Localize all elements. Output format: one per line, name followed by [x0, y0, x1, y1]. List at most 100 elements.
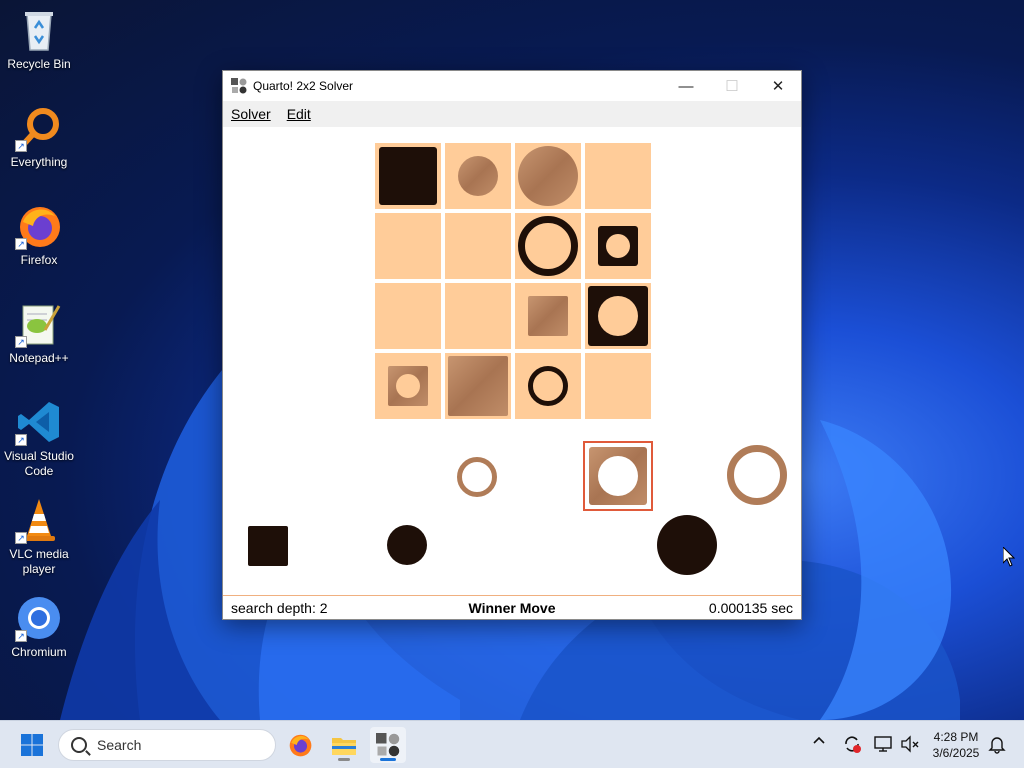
available-piece-dark-circle-large[interactable]	[657, 515, 717, 575]
network-button[interactable]	[873, 734, 893, 757]
maximize-button[interactable]: ☐	[709, 71, 755, 101]
desktop-icon-label: Firefox	[20, 253, 58, 267]
board-cell[interactable]	[515, 353, 581, 419]
window-title: Quarto! 2x2 Solver	[253, 79, 354, 93]
board-cell[interactable]	[515, 283, 581, 349]
piece-light-circle-large	[518, 146, 578, 206]
recycle-bin-icon	[15, 6, 63, 54]
piece-light-square-large	[448, 356, 508, 416]
running-indicator	[380, 758, 396, 761]
shortcut-arrow-icon: ↗	[15, 336, 27, 348]
desktop-icon-label: Visual Studio Code	[4, 449, 74, 478]
running-indicator	[338, 758, 350, 761]
search-icon	[71, 737, 87, 753]
desktop-icon-label: Recycle Bin	[7, 57, 71, 71]
board-cell[interactable]	[585, 353, 651, 419]
search-input[interactable]	[97, 737, 257, 753]
show-hidden-icons-button[interactable]	[812, 734, 826, 751]
board-cell[interactable]	[375, 283, 441, 349]
sync-alert-icon	[845, 736, 861, 753]
bell-icon	[988, 737, 1006, 754]
board-cell[interactable]	[375, 213, 441, 279]
piece-light-square-small	[528, 296, 568, 336]
start-button[interactable]	[14, 727, 50, 763]
menu-solver-label: Solver	[231, 106, 271, 122]
board-cell[interactable]	[585, 143, 651, 209]
board-cell[interactable]	[445, 353, 511, 419]
menu-solver[interactable]: Solver	[231, 106, 279, 122]
board-cell[interactable]	[375, 353, 441, 419]
desktop-icon-recycle-bin[interactable]: Recycle Bin	[2, 6, 76, 92]
title-bar[interactable]: Quarto! 2x2 Solver — ☐ ✕	[223, 71, 801, 101]
board-cell[interactable]	[375, 143, 441, 209]
board-cell[interactable]	[515, 213, 581, 279]
menu-edit[interactable]: Edit	[287, 106, 319, 122]
clock-time: 4:28 PM	[933, 730, 979, 744]
desktop-icon-vscode[interactable]: ↗ Visual Studio Code	[2, 398, 76, 484]
firefox-icon: ↗	[15, 202, 63, 250]
elapsed-time-status: 0.000135 sec	[708, 600, 793, 616]
taskbar-file-explorer[interactable]	[326, 727, 362, 763]
piece-dark-circle-large-hollow	[518, 216, 578, 276]
notifications-button[interactable]	[988, 734, 1006, 757]
board-cell[interactable]	[445, 213, 511, 279]
clock-date: 3/6/2025	[932, 746, 980, 760]
chromium-icon: ↗	[15, 594, 63, 642]
piece-light-square-small-hollow	[388, 366, 428, 406]
speaker-muted-icon	[901, 735, 919, 753]
quarto-solver-icon	[376, 733, 400, 757]
taskbar-quarto-solver[interactable]	[370, 727, 406, 763]
firefox-icon	[289, 734, 312, 757]
shortcut-arrow-icon: ↗	[15, 238, 27, 250]
selected-piece-frame[interactable]	[583, 441, 653, 511]
network-icon	[874, 736, 892, 752]
desktop-icon-vlc[interactable]: ↗ VLC media player	[2, 496, 76, 582]
shortcut-arrow-icon: ↗	[15, 532, 27, 544]
board-cell[interactable]	[585, 213, 651, 279]
quarto-app-icon	[231, 78, 247, 94]
available-piece-light-circle-small-hollow[interactable]	[457, 457, 497, 497]
menu-edit-label: Edit	[286, 106, 311, 122]
taskbar: 4:28 PM 3/6/2025	[0, 720, 1024, 768]
board-cell[interactable]	[445, 283, 511, 349]
available-piece-dark-circle-small[interactable]	[387, 525, 427, 565]
sync-status-button[interactable]	[842, 734, 862, 757]
available-piece-light-circle-large-hollow[interactable]	[727, 445, 787, 505]
desktop-icon-chromium[interactable]: ↗ Chromium	[2, 594, 76, 680]
desktop-icon-everything[interactable]: ↗ Everything	[2, 104, 76, 190]
desktop-icon-label: Notepad++	[9, 351, 69, 365]
desktop-icon-label: Chromium	[11, 645, 67, 659]
taskbar-firefox[interactable]	[282, 727, 318, 763]
board-cell[interactable]	[515, 143, 581, 209]
menu-bar: Solver Edit	[223, 101, 801, 127]
shortcut-arrow-icon: ↗	[15, 434, 27, 446]
vscode-icon: ↗	[15, 398, 63, 446]
desktop-icon-firefox[interactable]: ↗ Firefox	[2, 202, 76, 288]
available-piece-light-square-large-hollow	[589, 447, 647, 505]
close-button[interactable]: ✕	[755, 71, 801, 101]
everything-search-icon: ↗	[15, 104, 63, 152]
board-cell[interactable]	[585, 283, 651, 349]
volume-button[interactable]	[900, 734, 920, 757]
notepad-plus-plus-icon: ↗	[15, 300, 63, 348]
desktop-icon-notepad-plus-plus[interactable]: ↗ Notepad++	[2, 300, 76, 386]
file-explorer-icon	[332, 738, 356, 755]
game-area	[223, 127, 801, 595]
mouse-cursor-icon	[1003, 547, 1015, 567]
piece-dark-circle-small-hollow	[528, 366, 568, 406]
shortcut-arrow-icon: ↗	[15, 140, 27, 152]
taskbar-clock[interactable]: 4:28 PM 3/6/2025	[922, 729, 990, 761]
desktop-icon-label: Everything	[10, 155, 68, 169]
taskbar-search[interactable]	[58, 729, 276, 761]
board-cell[interactable]	[445, 143, 511, 209]
minimize-button[interactable]: —	[663, 71, 709, 101]
shortcut-arrow-icon: ↗	[15, 630, 27, 642]
piece-dark-square-large-hollow	[588, 286, 648, 346]
desktop-icon-label: VLC media player	[9, 547, 69, 576]
chevron-up-icon	[813, 736, 825, 744]
quarto-solver-window: Quarto! 2x2 Solver — ☐ ✕ Solver Edit sea…	[222, 70, 802, 620]
vlc-cone-icon: ↗	[15, 496, 63, 544]
piece-dark-square-small-hollow	[598, 226, 638, 266]
windows-logo-icon	[21, 734, 43, 756]
available-piece-dark-square-small[interactable]	[248, 526, 288, 566]
